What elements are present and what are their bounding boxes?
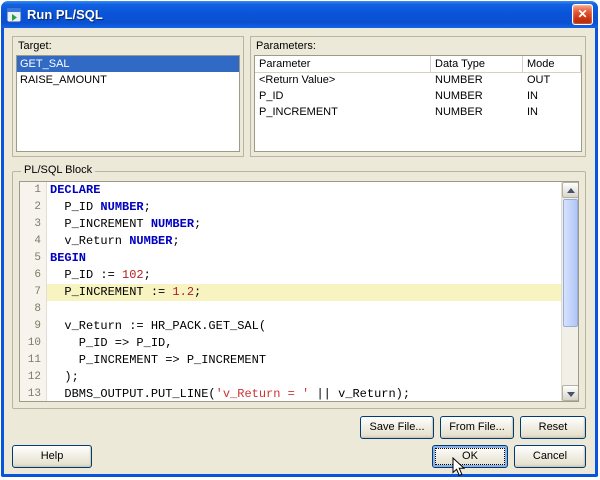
params-header: Parameter Data Type Mode bbox=[255, 56, 581, 73]
reset-button[interactable]: Reset bbox=[520, 416, 586, 439]
code-lines: 1 DECLARE 2 P_ID NUMBER; 3 P_INCREMENT NUMB… bbox=[20, 182, 561, 401]
params-cell: IN bbox=[527, 90, 538, 102]
code-text: P_INCREMENT := 1.2; bbox=[47, 284, 561, 301]
code-line: 8 bbox=[20, 301, 561, 318]
parameters-label: Parameters: bbox=[256, 40, 316, 52]
code-line: 11 P_INCREMENT => P_INCREMENT bbox=[20, 352, 561, 369]
line-number: 9 bbox=[20, 318, 47, 335]
scroll-down-icon[interactable] bbox=[562, 385, 578, 401]
code-line: 12 ); bbox=[20, 369, 561, 386]
target-label: Target: bbox=[18, 40, 52, 52]
plsql-code-editor[interactable]: 1 DECLARE 2 P_ID NUMBER; 3 P_INCREMENT NUMB… bbox=[19, 181, 579, 402]
params-cell: <Return Value> bbox=[259, 74, 336, 86]
params-cell: IN bbox=[527, 106, 538, 118]
code-text: P_INCREMENT => P_INCREMENT bbox=[50, 353, 267, 367]
line-number: 12 bbox=[20, 369, 47, 386]
line-number: 13 bbox=[20, 386, 47, 401]
scroll-up-icon[interactable] bbox=[562, 182, 578, 198]
save-file-button[interactable]: Save File... bbox=[360, 416, 434, 439]
run-plsql-icon bbox=[6, 7, 22, 23]
code-text: P_ID := 102; bbox=[50, 268, 151, 282]
line-number: 1 bbox=[20, 182, 47, 199]
params-column-header[interactable]: Data Type bbox=[431, 56, 523, 72]
line-number: 6 bbox=[20, 267, 47, 284]
code-text: ); bbox=[50, 370, 79, 384]
code-text: P_ID NUMBER; bbox=[50, 200, 151, 214]
close-icon[interactable]: ✕ bbox=[572, 4, 593, 25]
code-line: 3 P_INCREMENT NUMBER; bbox=[20, 216, 561, 233]
plsql-block-label: PL/SQL Block bbox=[21, 164, 96, 176]
code-line: 13 DBMS_OUTPUT.PUT_LINE('v_Return = ' ||… bbox=[20, 386, 561, 401]
code-text: P_INCREMENT NUMBER; bbox=[50, 217, 202, 231]
code-line: 10 P_ID => P_ID, bbox=[20, 335, 561, 352]
code-line: 6 P_ID := 102; bbox=[20, 267, 561, 284]
target-panel: Target: GET_SAL RAISE_AMOUNT bbox=[12, 36, 244, 157]
params-cell: OUT bbox=[527, 74, 551, 86]
params-cell: NUMBER bbox=[435, 90, 483, 102]
line-number: 8 bbox=[20, 301, 47, 318]
cancel-button[interactable]: Cancel bbox=[514, 445, 586, 468]
code-line: 5 BEGIN bbox=[20, 250, 561, 267]
code-line: 4 v_Return NUMBER; bbox=[20, 233, 561, 250]
code-line: 1 DECLARE bbox=[20, 182, 561, 199]
code-line: 7 P_INCREMENT := 1.2; bbox=[20, 284, 561, 301]
line-number: 5 bbox=[20, 250, 47, 267]
code-text: BEGIN bbox=[50, 251, 87, 265]
ok-button[interactable]: OK bbox=[432, 445, 508, 468]
mouse-cursor-icon bbox=[452, 456, 467, 477]
code-text: v_Return NUMBER; bbox=[50, 234, 180, 248]
params-cell: NUMBER bbox=[435, 106, 483, 118]
params-column-header[interactable]: Mode bbox=[523, 56, 581, 72]
params-column-header[interactable]: Parameter bbox=[255, 56, 431, 72]
code-line: 9 v_Return := HR_PACK.GET_SAL( bbox=[20, 318, 561, 335]
target-list[interactable]: GET_SAL RAISE_AMOUNT bbox=[16, 55, 240, 152]
params-cell: NUMBER bbox=[435, 74, 483, 86]
target-item[interactable]: RAISE_AMOUNT bbox=[17, 72, 239, 88]
code-text: DBMS_OUTPUT.PUT_LINE('v_Return = ' || v_… bbox=[50, 387, 411, 401]
run-plsql-dialog: Run PL/SQL ✕ Target: GET_SAL RAISE_AMOUNT… bbox=[1, 1, 598, 477]
params-cell: P_INCREMENT bbox=[259, 106, 338, 118]
code-line: 2 P_ID NUMBER; bbox=[20, 199, 561, 216]
parameters-table[interactable]: Parameter Data Type Mode <Return Value> NUM… bbox=[254, 55, 582, 152]
line-number: 10 bbox=[20, 335, 47, 352]
title-bar[interactable]: Run PL/SQL ✕ bbox=[1, 1, 598, 28]
params-row[interactable]: <Return Value> NUMBER OUT bbox=[255, 73, 581, 89]
code-text: v_Return := HR_PACK.GET_SAL( bbox=[50, 319, 267, 333]
line-number: 7 bbox=[20, 284, 47, 301]
params-cell: P_ID bbox=[259, 90, 284, 102]
line-number: 4 bbox=[20, 233, 47, 250]
help-button[interactable]: Help bbox=[12, 445, 92, 468]
code-text: P_ID => P_ID, bbox=[50, 336, 173, 350]
target-item[interactable]: GET_SAL bbox=[17, 56, 239, 72]
window-title: Run PL/SQL bbox=[27, 7, 103, 22]
line-number: 3 bbox=[20, 216, 47, 233]
line-number: 11 bbox=[20, 352, 47, 369]
params-body: <Return Value> NUMBER OUT P_ID NUMBER IN P_INC… bbox=[255, 73, 581, 121]
code-text: DECLARE bbox=[50, 183, 101, 197]
params-row[interactable]: P_INCREMENT NUMBER IN bbox=[255, 105, 581, 121]
scrollbar-thumb[interactable] bbox=[563, 199, 578, 327]
plsql-block-group: PL/SQL Block 1 DECLARE 2 P_ID NUMBER; 3 P_I… bbox=[12, 164, 586, 409]
params-row[interactable]: P_ID NUMBER IN bbox=[255, 89, 581, 105]
line-number: 2 bbox=[20, 199, 47, 216]
from-file-button[interactable]: From File... bbox=[440, 416, 514, 439]
parameters-panel: Parameters: Parameter Data Type Mode <Retu… bbox=[250, 36, 586, 157]
editor-vertical-scrollbar[interactable] bbox=[561, 182, 578, 401]
